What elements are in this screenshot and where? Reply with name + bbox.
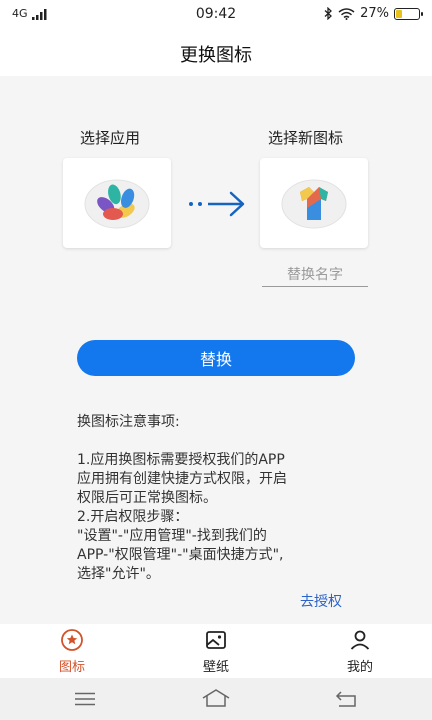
page-title: 更换图标 xyxy=(180,45,252,66)
choose-icon-label: 选择新图标 xyxy=(268,129,344,147)
arrow-right-icon xyxy=(189,191,245,217)
notes-line: APP-"权限管理"-"桌面快捷方式", xyxy=(77,547,284,563)
choose-new-icon-card[interactable] xyxy=(260,158,368,248)
tshirt-icon xyxy=(281,179,347,229)
notes-section: 换图标注意事项: 1.应用换图标需要授权我们的APP 应用拥有创建快捷方式权限，… xyxy=(77,413,367,584)
notes-line: 选择"允许"。 xyxy=(77,566,160,582)
battery-fill xyxy=(396,9,402,18)
notes-line: 2.开启权限步骤： xyxy=(77,509,189,525)
notes-title: 换图标注意事项: xyxy=(77,414,180,430)
notes-line: "设置"-"应用管理"-找到我们的 xyxy=(77,528,267,544)
status-bar: 4G 09:42 27% xyxy=(0,0,432,30)
back-icon[interactable] xyxy=(335,690,357,708)
bluetooth-icon xyxy=(324,7,333,20)
tab-bar: 图标 壁纸 我的 xyxy=(0,624,432,678)
notes-line: 1.应用换图标需要授权我们的APP xyxy=(77,452,285,468)
battery-icon xyxy=(394,7,423,20)
battery-percent: 27% xyxy=(360,6,389,21)
wifi-icon xyxy=(338,7,355,20)
nav-bar: 更换图标 xyxy=(0,30,432,76)
notes-line: 应用拥有创建快捷方式权限，开启 xyxy=(77,471,287,487)
status-right: 27% xyxy=(324,6,423,21)
notes-line: 权限后可正常换图标。 xyxy=(77,490,217,506)
home-icon[interactable] xyxy=(201,688,231,708)
tab-wallpaper[interactable]: 壁纸 xyxy=(176,628,256,675)
tab-icons-label: 图标 xyxy=(58,660,85,675)
image-icon xyxy=(206,631,226,649)
choose-app-label: 选择应用 xyxy=(80,129,141,147)
star-circle-icon xyxy=(61,629,83,651)
tab-icons[interactable]: 图标 xyxy=(32,628,112,675)
tab-mine[interactable]: 我的 xyxy=(320,628,400,675)
menu-icon[interactable] xyxy=(74,692,96,706)
system-nav-bar xyxy=(0,678,432,720)
person-icon xyxy=(350,630,370,650)
choose-app-card[interactable] xyxy=(63,158,171,248)
tab-wallpaper-label: 壁纸 xyxy=(202,660,229,675)
rename-input[interactable] xyxy=(262,263,368,287)
tab-mine-label: 我的 xyxy=(346,660,373,675)
authorize-link[interactable]: 去授权 xyxy=(300,591,342,611)
replace-button[interactable]: 替换 xyxy=(77,340,355,376)
app-placeholder-icon xyxy=(84,179,150,229)
